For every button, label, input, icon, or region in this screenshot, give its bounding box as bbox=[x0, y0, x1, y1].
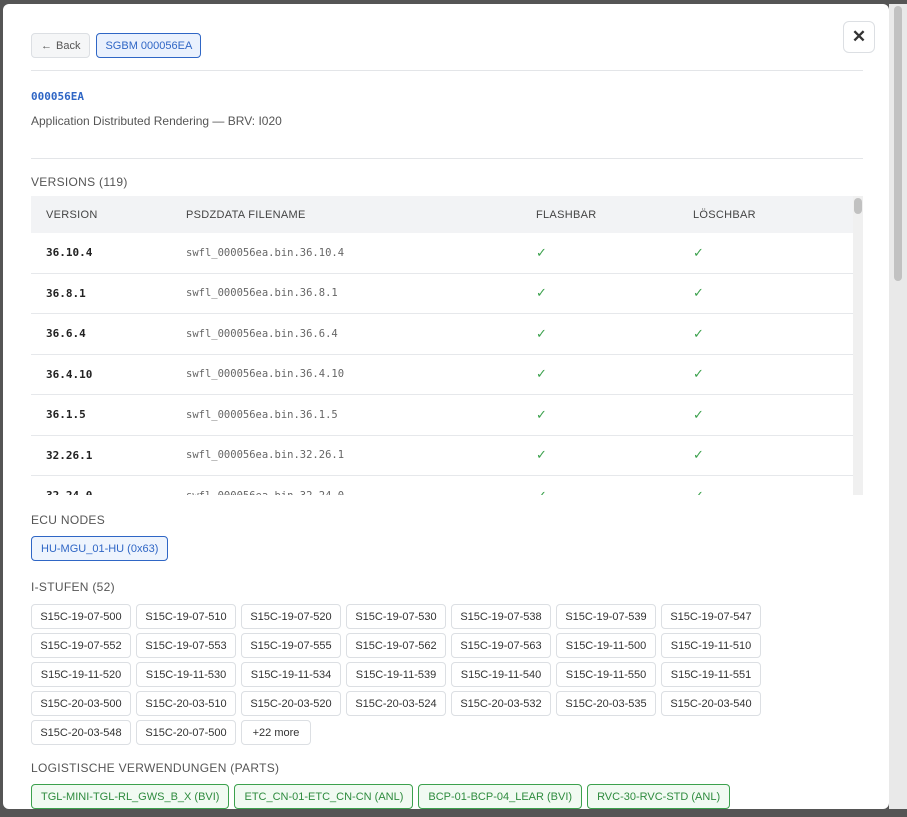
table-row[interactable]: 36.8.1 swfl_000056ea.bin.36.8.1 ✓ ✓ bbox=[31, 274, 863, 314]
col-version: VERSION bbox=[46, 208, 98, 221]
table-row[interactable]: 36.6.4 swfl_000056ea.bin.36.6.4 ✓ ✓ bbox=[31, 314, 863, 355]
modal-toolbar: ← Back SGBM 000056EA bbox=[31, 33, 202, 58]
istufe-chip[interactable]: S15C-19-11-500 bbox=[556, 633, 656, 658]
check-icon: ✓ bbox=[693, 406, 704, 422]
istufe-chip[interactable]: S15C-20-03-510 bbox=[136, 691, 236, 716]
table-row[interactable]: 32.24.0swfl_000056ea.bin.32.24.0✓✓ bbox=[31, 476, 863, 495]
check-icon: ✓ bbox=[536, 244, 547, 260]
sgbm-detail-modal: ← Back SGBM 000056EA ✕ 000056EA Applicat… bbox=[3, 4, 889, 809]
filename-cell: swfl_000056ea.bin.36.10.4 bbox=[186, 246, 345, 259]
istufe-chip[interactable]: S15C-19-07-553 bbox=[136, 633, 236, 658]
istufe-chip[interactable]: S15C-19-07-552 bbox=[31, 633, 131, 658]
istufe-chip[interactable]: S15C-19-07-520 bbox=[241, 604, 341, 629]
istufe-chip[interactable]: S15C-20-03-535 bbox=[556, 691, 656, 716]
istufe-chip[interactable]: S15C-19-11-510 bbox=[661, 633, 761, 658]
filename-cell: swfl_000056ea.bin.36.4.10 bbox=[186, 368, 345, 381]
istufen-title: I-STUFEN (52) bbox=[31, 580, 115, 594]
istufe-chip[interactable]: S15C-20-03-548 bbox=[31, 720, 131, 745]
istufe-chip[interactable]: S15C-19-11-540 bbox=[451, 662, 551, 687]
divider bbox=[31, 158, 863, 159]
istufe-chip[interactable]: S15C-19-07-562 bbox=[346, 633, 446, 658]
istufe-chip[interactable]: S15C-20-03-500 bbox=[31, 691, 131, 716]
divider bbox=[31, 70, 863, 71]
table-row[interactable]: 32.26.1 swfl_000056ea.bin.32.26.1 ✓ ✓ bbox=[31, 436, 863, 476]
part-chip[interactable]: RVC-30-RVC-STD (ANL) bbox=[587, 784, 731, 809]
back-button[interactable]: ← Back bbox=[31, 33, 91, 58]
filename-cell: swfl_000056ea.bin.36.1.5 bbox=[186, 408, 338, 421]
check-icon: ✓ bbox=[536, 285, 547, 301]
filename-cell: swfl_000056ea.bin.36.6.4 bbox=[186, 327, 338, 340]
check-icon: ✓ bbox=[693, 366, 704, 382]
sgbm-id: 000056EA bbox=[31, 90, 84, 103]
check-icon: ✓ bbox=[693, 244, 704, 260]
check-icon: ✓ bbox=[536, 406, 547, 422]
filename-cell: swfl_000056ea.bin.32.24.0 bbox=[186, 490, 536, 495]
back-label: Back bbox=[56, 39, 81, 52]
check-icon: ✓ bbox=[536, 447, 547, 463]
arrow-left-icon: ← bbox=[41, 39, 52, 52]
parts-title: LOGISTISCHE VERWENDUNGEN (PARTS) bbox=[31, 761, 280, 775]
istufe-chip[interactable]: S15C-19-07-539 bbox=[556, 604, 656, 629]
version-cell: 36.1.5 bbox=[46, 408, 86, 422]
ecu-nodes-list: HU-MGU_01-HU (0x63) bbox=[31, 536, 169, 561]
table-header: VERSION PSDZDATA FILENAME FLASHBAR LÖSCH… bbox=[31, 196, 863, 233]
part-chip[interactable]: BCP-01-BCP-04_LEAR (BVI) bbox=[418, 784, 583, 809]
istufen-list: S15C-19-07-500 S15C-19-07-510 S15C-19-07-5… bbox=[31, 604, 771, 745]
versions-table: VERSION PSDZDATA FILENAME FLASHBAR LÖSCH… bbox=[31, 196, 863, 495]
check-icon: ✓ bbox=[693, 285, 704, 301]
col-filename: PSDZDATA FILENAME bbox=[186, 208, 306, 221]
filename-cell: swfl_000056ea.bin.36.8.1 bbox=[186, 287, 338, 300]
istufe-chip[interactable]: S15C-19-11-539 bbox=[346, 662, 446, 687]
istufe-chip[interactable]: S15C-20-03-540 bbox=[661, 691, 761, 716]
istufe-chip[interactable]: S15C-20-03-532 bbox=[451, 691, 551, 716]
filename-cell: swfl_000056ea.bin.32.26.1 bbox=[186, 449, 345, 462]
istufe-chip[interactable]: S15C-19-07-538 bbox=[451, 604, 551, 629]
col-loeschbar: LÖSCHBAR bbox=[693, 208, 756, 221]
ecu-nodes-title: ECU NODES bbox=[31, 513, 106, 527]
istufe-chip[interactable]: S15C-19-11-530 bbox=[136, 662, 236, 687]
check-icon: ✓ bbox=[536, 366, 547, 382]
istufe-chip[interactable]: S15C-19-11-520 bbox=[31, 662, 131, 687]
part-chip[interactable]: ETC_CN-01-ETC_CN-CN (ANL) bbox=[234, 784, 414, 809]
version-cell: 36.4.10 bbox=[46, 367, 93, 381]
istufe-chip[interactable]: S15C-19-11-551 bbox=[661, 662, 761, 687]
ecu-node-chip[interactable]: HU-MGU_01-HU (0x63) bbox=[31, 536, 169, 561]
istufe-chip[interactable]: S15C-19-11-534 bbox=[241, 662, 341, 687]
scroll-thumb[interactable] bbox=[854, 198, 862, 214]
col-flashbar: FLASHBAR bbox=[536, 208, 597, 221]
check-icon: ✓ bbox=[693, 488, 704, 495]
istufe-chip[interactable]: S15C-19-07-510 bbox=[136, 604, 236, 629]
part-chip[interactable]: TGL-MINI-TGL-RL_GWS_B_X (BVI) bbox=[31, 784, 230, 809]
modal-scrollbar[interactable] bbox=[889, 4, 907, 809]
istufe-chip[interactable]: S15C-19-07-555 bbox=[241, 633, 341, 658]
scroll-thumb[interactable] bbox=[894, 6, 902, 281]
version-cell: 36.6.4 bbox=[46, 327, 86, 341]
version-cell: 32.26.1 bbox=[46, 448, 93, 462]
istufe-chip[interactable]: S15C-20-03-520 bbox=[241, 691, 341, 716]
istufe-chip[interactable]: S15C-20-07-500 bbox=[136, 720, 236, 745]
close-icon[interactable]: ✕ bbox=[843, 21, 875, 53]
table-row[interactable]: 36.10.4 swfl_000056ea.bin.36.10.4 ✓ ✓ bbox=[31, 233, 863, 274]
parts-list: TGL-MINI-TGL-RL_GWS_B_X (BVI) ETC_CN-01-E… bbox=[31, 784, 731, 809]
sgbm-description: Application Distributed Rendering — BRV:… bbox=[31, 114, 282, 128]
istufe-chip[interactable]: S15C-19-07-563 bbox=[451, 633, 551, 658]
version-cell: 36.8.1 bbox=[46, 286, 86, 300]
istufe-chip[interactable]: S15C-19-07-547 bbox=[661, 604, 761, 629]
version-cell: 32.24.0 bbox=[31, 489, 186, 495]
show-more-button[interactable]: +22 more bbox=[241, 720, 311, 745]
sgbm-badge: SGBM 000056EA bbox=[96, 33, 202, 58]
version-cell: 36.10.4 bbox=[46, 246, 93, 260]
istufe-chip[interactable]: S15C-19-11-550 bbox=[556, 662, 656, 687]
table-row[interactable]: 36.1.5 swfl_000056ea.bin.36.1.5 ✓ ✓ bbox=[31, 395, 863, 436]
table-row[interactable]: 36.4.10 swfl_000056ea.bin.36.4.10 ✓ ✓ bbox=[31, 355, 863, 395]
check-icon: ✓ bbox=[693, 325, 704, 341]
check-icon: ✓ bbox=[536, 488, 547, 495]
istufe-chip[interactable]: S15C-19-07-530 bbox=[346, 604, 446, 629]
check-icon: ✓ bbox=[536, 325, 547, 341]
check-icon: ✓ bbox=[693, 447, 704, 463]
table-scrollbar[interactable] bbox=[853, 196, 863, 495]
istufe-chip[interactable]: S15C-19-07-500 bbox=[31, 604, 131, 629]
versions-title: VERSIONS (119) bbox=[31, 175, 128, 189]
istufe-chip[interactable]: S15C-20-03-524 bbox=[346, 691, 446, 716]
